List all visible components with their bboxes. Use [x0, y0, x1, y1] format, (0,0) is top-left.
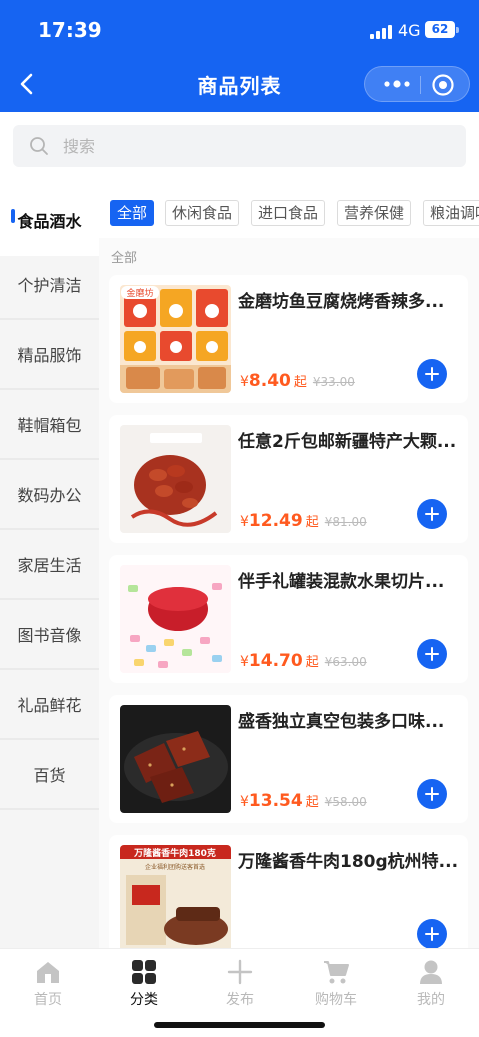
original-price: ¥58.00 — [324, 795, 367, 809]
section-title: 全部 — [111, 251, 138, 266]
original-price: ¥81.00 — [324, 515, 367, 529]
product-card[interactable]: 金磨坊 金磨坊鱼豆腐烧烤香辣多... ¥8.40 起 ¥33.00 — [109, 275, 468, 403]
status-time: 17:39 — [38, 18, 102, 42]
home-icon — [37, 962, 59, 983]
user-icon — [420, 960, 442, 984]
sidebar-item-general-goods[interactable]: 百货 — [0, 742, 99, 810]
product-name: 盛香独立真空包装多口味... — [238, 712, 445, 732]
price-suffix: 起 — [293, 375, 307, 390]
tab-home[interactable]: 首页 — [0, 959, 96, 1013]
product-price: ¥13.54 起 ¥58.00 — [240, 791, 367, 811]
currency-symbol: ¥ — [240, 654, 249, 670]
add-to-cart-button[interactable] — [417, 639, 447, 669]
product-card[interactable]: 万隆酱香牛肉180克 企业福利团购送客首选 万隆酱香牛肉180g杭州特... — [109, 835, 468, 948]
product-name: 伴手礼罐装混款水果切片... — [238, 572, 445, 592]
product-name: 万隆酱香牛肉180g杭州特... — [238, 852, 459, 872]
original-price: ¥63.00 — [324, 655, 367, 669]
more-icon[interactable] — [377, 67, 417, 101]
battery-icon: 62 — [425, 21, 455, 38]
sidebar-item-gifts-flowers[interactable]: 礼品鲜花 — [0, 672, 99, 740]
miniprogram-capsule — [364, 66, 470, 102]
battery-tip — [456, 27, 459, 33]
product-image: 万隆酱香牛肉180克 企业福利团购送客首选 — [120, 845, 231, 948]
product-price: ¥14.70 起 ¥63.00 — [240, 651, 367, 671]
signal-icon — [370, 23, 394, 39]
tab-cart[interactable]: 购物车 — [288, 959, 384, 1013]
product-card[interactable]: 任意2斤包邮新疆特产大颗... ¥12.49 起 ¥81.00 — [109, 415, 468, 543]
original-price: ¥33.00 — [312, 375, 355, 389]
tab-home-label: 首页 — [34, 992, 62, 1008]
price-value: 13.54 — [248, 791, 303, 811]
product-content: 全部 休闲食品 进口食品 营养保健 粮油调味 全部 — [99, 188, 479, 948]
p1-brand-text: 金磨坊 — [126, 287, 153, 299]
chip-grain-oil[interactable]: 粮油调味 — [423, 200, 479, 226]
chip-health[interactable]: 营养保健 — [337, 200, 412, 226]
currency-symbol: ¥ — [240, 514, 249, 530]
product-image — [120, 705, 231, 813]
grid-icon — [132, 960, 156, 984]
sidebar-item-shoes-bags[interactable]: 鞋帽箱包 — [0, 392, 99, 460]
price-value: 14.70 — [248, 651, 303, 671]
product-price: ¥12.49 起 ¥81.00 — [240, 511, 367, 531]
capsule-divider — [420, 76, 421, 94]
sidebar-item-personal-care[interactable]: 个护清洁 — [0, 252, 99, 320]
add-to-cart-button[interactable] — [417, 359, 447, 389]
chip-imported[interactable]: 进口食品 — [251, 200, 326, 226]
filter-chips: 全部 休闲食品 进口食品 营养保健 粮油调味 — [99, 188, 479, 238]
product-image — [120, 565, 231, 673]
cart-icon — [324, 961, 349, 984]
product-image: 金磨坊 — [120, 285, 231, 393]
price-suffix: 起 — [305, 515, 319, 530]
product-name: 任意2斤包邮新疆特产大颗... — [238, 432, 457, 452]
currency-symbol: ¥ — [240, 374, 249, 390]
product-price: ¥8.40 起 ¥33.00 — [240, 371, 355, 391]
p5-banner-text: 万隆酱香牛肉180克 — [133, 847, 216, 859]
price-value: 8.40 — [248, 371, 291, 391]
search-icon — [30, 137, 48, 155]
tab-category[interactable]: 分类 — [96, 959, 192, 1013]
sidebar-item-home-living[interactable]: 家居生活 — [0, 532, 99, 600]
chip-snacks[interactable]: 休闲食品 — [165, 200, 240, 226]
home-indicator — [154, 1022, 325, 1028]
add-to-cart-button[interactable] — [417, 499, 447, 529]
product-name: 金磨坊鱼豆腐烧烤香辣多... — [238, 292, 445, 312]
product-card[interactable]: 伴手礼罐装混款水果切片... ¥14.70 起 ¥63.00 — [109, 555, 468, 683]
tab-publish-label: 发布 — [226, 992, 254, 1008]
status-bar: 17:39 4G 62 — [0, 0, 479, 56]
search-area — [0, 112, 479, 188]
navigation-bar: 商品列表 — [0, 56, 479, 112]
search-input[interactable] — [63, 125, 443, 167]
tab-publish[interactable]: 发布 — [192, 959, 288, 1013]
sidebar-item-apparel[interactable]: 精品服饰 — [0, 322, 99, 390]
add-to-cart-button[interactable] — [417, 919, 447, 948]
product-card[interactable]: 盛香独立真空包装多口味... ¥13.54 起 ¥58.00 — [109, 695, 468, 823]
price-suffix: 起 — [305, 795, 319, 810]
currency-symbol: ¥ — [240, 794, 249, 810]
price-value: 12.49 — [248, 511, 303, 531]
tab-profile[interactable]: 我的 — [383, 959, 479, 1013]
chip-all[interactable]: 全部 — [110, 200, 155, 226]
sidebar-item-books-media[interactable]: 图书音像 — [0, 602, 99, 670]
category-sidebar: 食品酒水 个护清洁 精品服饰 鞋帽箱包 数码办公 家居生活 图书音像 礼品鲜花 … — [0, 188, 99, 948]
close-miniprogram-icon[interactable] — [431, 73, 455, 97]
plus-icon — [227, 959, 253, 985]
p5-sub-text: 企业福利团购送客首选 — [145, 863, 205, 871]
add-to-cart-button[interactable] — [417, 779, 447, 809]
tab-cart-label: 购物车 — [315, 992, 357, 1008]
tab-profile-label: 我的 — [417, 992, 445, 1008]
product-image — [120, 425, 231, 533]
network-label: 4G — [398, 21, 421, 40]
sidebar-item-food[interactable]: 食品酒水 — [0, 188, 99, 256]
tab-category-label: 分类 — [130, 992, 158, 1008]
sidebar-item-digital-office[interactable]: 数码办公 — [0, 462, 99, 530]
search-box[interactable] — [13, 125, 466, 167]
price-suffix: 起 — [305, 655, 319, 670]
